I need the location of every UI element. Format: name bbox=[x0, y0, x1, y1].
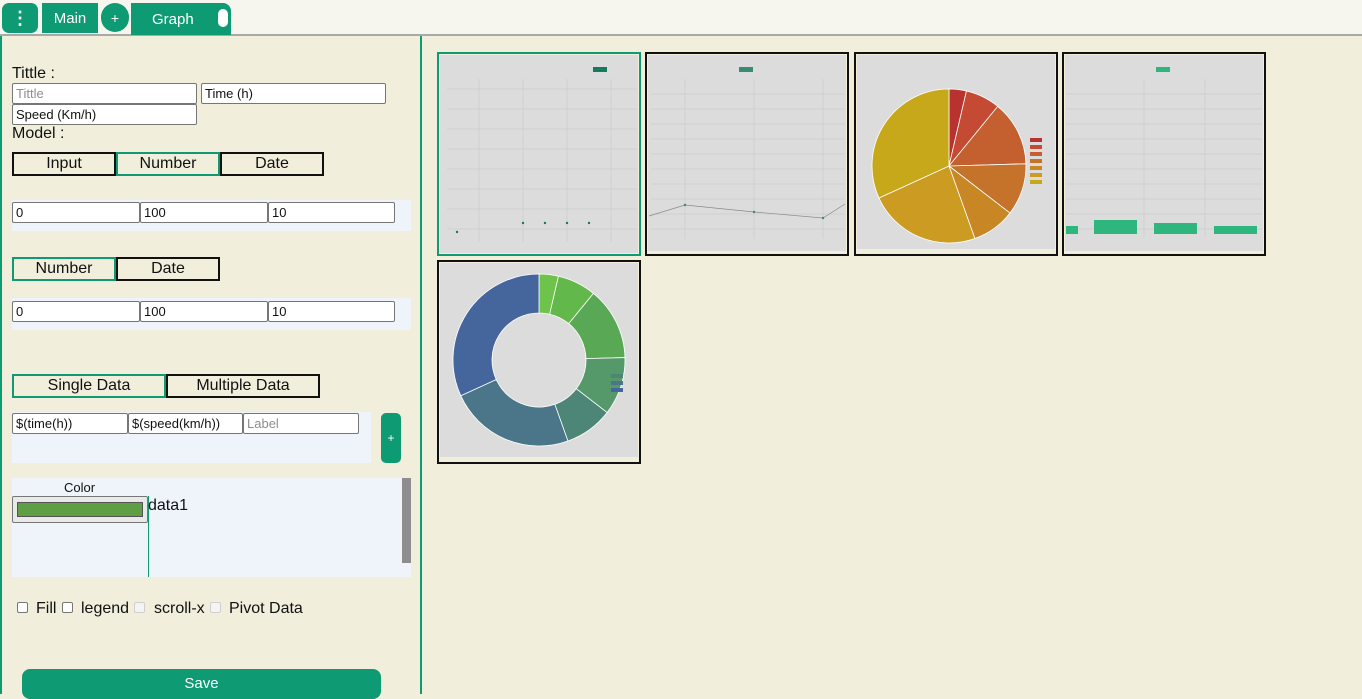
legend-swatch bbox=[1030, 145, 1042, 149]
tab-toggle-icon[interactable] bbox=[218, 9, 228, 27]
single-data-button[interactable]: Single Data bbox=[12, 374, 166, 398]
color-column-header: Color bbox=[64, 480, 96, 495]
tab-graph-label: Graph bbox=[152, 10, 194, 28]
y-step-input[interactable] bbox=[268, 301, 395, 322]
chart-thumbnail-pie[interactable] bbox=[854, 52, 1058, 256]
x-min-input[interactable] bbox=[12, 202, 140, 223]
legend-swatch bbox=[1030, 173, 1042, 177]
doughnut-preview bbox=[440, 263, 638, 457]
legend-swatch bbox=[1030, 159, 1042, 163]
y-min-input[interactable] bbox=[12, 301, 140, 322]
chart-thumbnail-line[interactable] bbox=[645, 52, 849, 256]
fill-checkbox[interactable] bbox=[17, 602, 28, 613]
x-mode-number-button[interactable]: Number bbox=[116, 152, 220, 176]
tab-main[interactable]: Main bbox=[42, 3, 98, 33]
x-mode-input-button[interactable]: Input bbox=[12, 152, 116, 176]
series-color-picker[interactable] bbox=[12, 496, 148, 523]
legend-swatch bbox=[1030, 166, 1042, 170]
x-mode-date-button[interactable]: Date bbox=[220, 152, 324, 176]
color-swatch bbox=[17, 502, 143, 517]
scroll-x-label: scroll-x bbox=[154, 600, 205, 617]
legend-swatch bbox=[1030, 180, 1042, 184]
legend-checkbox[interactable] bbox=[62, 602, 73, 613]
chart-settings-panel: Tittle : Model : Input Number Date Numbe… bbox=[0, 36, 422, 694]
title-input[interactable] bbox=[12, 83, 197, 104]
y-label-input[interactable] bbox=[12, 104, 197, 125]
chart-thumbnail-bar[interactable] bbox=[1062, 52, 1266, 256]
x-step-input[interactable] bbox=[268, 202, 395, 223]
legend-swatch bbox=[1030, 152, 1042, 156]
series-name: data1 bbox=[148, 497, 189, 514]
scrollbar[interactable] bbox=[402, 478, 411, 563]
y-mode-date-button[interactable]: Date bbox=[116, 257, 220, 281]
menu-icon[interactable]: ⋮ bbox=[2, 3, 38, 33]
y-max-input[interactable] bbox=[140, 301, 268, 322]
fill-label: Fill bbox=[36, 600, 57, 617]
legend-swatch bbox=[611, 374, 623, 378]
model-label: Model : bbox=[12, 125, 65, 142]
x-label-input[interactable] bbox=[201, 83, 386, 104]
tab-bar: ⋮ Main + Graph bbox=[0, 0, 1362, 36]
series-color-table: Color data1 bbox=[12, 478, 411, 577]
add-series-button[interactable]: + bbox=[381, 413, 401, 463]
series-x-input[interactable] bbox=[12, 413, 128, 434]
chart-thumbnail-scatter[interactable] bbox=[437, 52, 641, 256]
scatter-preview bbox=[440, 55, 638, 253]
tab-graph[interactable]: Graph bbox=[131, 3, 231, 35]
legend-swatch bbox=[1030, 138, 1042, 142]
legend-label: legend bbox=[81, 600, 130, 617]
scroll-x-checkbox[interactable] bbox=[134, 602, 145, 613]
multiple-data-button[interactable]: Multiple Data bbox=[166, 374, 320, 398]
save-button[interactable]: Save bbox=[22, 669, 381, 699]
series-y-input[interactable] bbox=[128, 413, 243, 434]
y-mode-number-button[interactable]: Number bbox=[12, 257, 116, 281]
add-tab-button[interactable]: + bbox=[101, 3, 129, 32]
x-max-input[interactable] bbox=[140, 202, 268, 223]
chart-thumbnail-doughnut[interactable] bbox=[437, 260, 641, 464]
legend-swatch bbox=[611, 381, 623, 385]
series-label-input[interactable] bbox=[243, 413, 359, 434]
pivot-data-label: Pivot Data bbox=[229, 600, 303, 617]
bar-preview bbox=[1065, 55, 1263, 251]
legend-swatch bbox=[611, 367, 623, 371]
title-label: Tittle : bbox=[12, 65, 55, 82]
pivot-data-checkbox[interactable] bbox=[210, 602, 221, 613]
line-preview bbox=[648, 55, 846, 251]
legend-swatch bbox=[611, 388, 623, 392]
pie-preview bbox=[857, 55, 1055, 249]
